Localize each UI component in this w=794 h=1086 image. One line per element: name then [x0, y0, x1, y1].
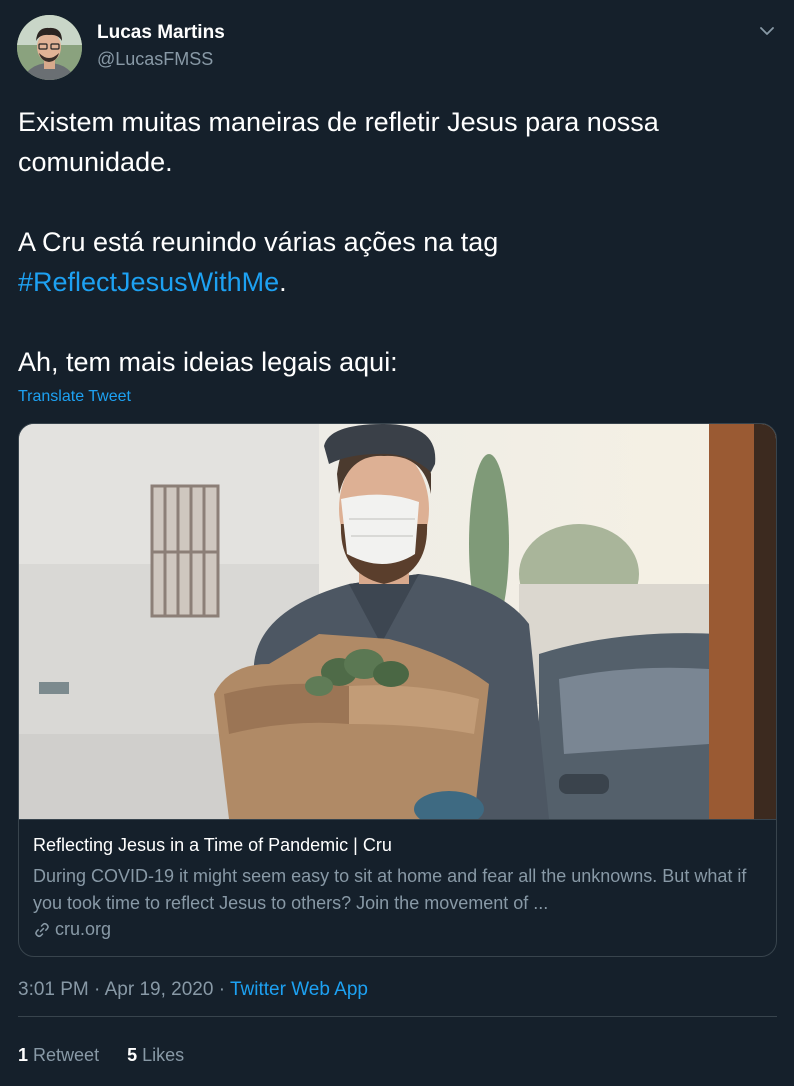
tweet-paragraph: Existem muitas maneiras de refletir Jesu… — [18, 107, 659, 177]
card-body[interactable]: Reflecting Jesus in a Time of Pandemic |… — [19, 819, 776, 956]
meta-separator: · — [88, 979, 105, 1000]
tweet-date[interactable]: Apr 19, 2020 — [105, 979, 214, 1000]
tweet-text-segment: . — [279, 267, 287, 297]
tweet-time[interactable]: 3:01 PM — [18, 979, 89, 1000]
tweet-stats: 1 Retweet 5 Likes — [18, 1045, 184, 1066]
chevron-down-icon[interactable] — [756, 20, 778, 42]
retweets-stat[interactable]: 1 Retweet — [18, 1045, 99, 1066]
card-domain-text: cru.org — [55, 919, 112, 939]
tweet-source[interactable]: Twitter Web App — [230, 979, 368, 1000]
likes-stat[interactable]: 5 Likes — [127, 1045, 184, 1066]
translate-tweet-link[interactable]: Translate Tweet — [18, 388, 131, 406]
card-title[interactable]: Reflecting Jesus in a Time of Pandemic |… — [33, 835, 392, 856]
card-domain: cru.org — [33, 919, 111, 940]
hashtag-link[interactable]: #ReflectJesusWithMe — [18, 267, 279, 297]
link-card[interactable]: Reflecting Jesus in a Time of Pandemic |… — [18, 423, 777, 957]
retweets-label: Retweet — [33, 1045, 100, 1065]
tweet: Lucas Martins @LucasFMSS Existem muitas … — [0, 0, 794, 1086]
tweet-meta: 3:01 PM · Apr 19, 2020 · Twitter Web App — [18, 979, 368, 1001]
user-handle[interactable]: @LucasFMSS — [97, 49, 213, 70]
likes-count: 5 — [127, 1045, 138, 1065]
divider — [18, 1016, 777, 1017]
card-description: During COVID-19 it might seem easy to si… — [33, 866, 747, 913]
tweet-text: Existem muitas maneiras de refletir Jesu… — [18, 102, 758, 382]
meta-separator: · — [213, 979, 230, 1000]
card-image[interactable] — [19, 424, 776, 819]
link-icon — [33, 921, 51, 939]
tweet-text-segment: A Cru está reunindo várias ações na tag — [18, 227, 499, 257]
likes-label: Likes — [142, 1045, 185, 1065]
retweets-count: 1 — [18, 1045, 29, 1065]
tweet-paragraph: Ah, tem mais ideias legais aqui: — [18, 347, 398, 377]
display-name[interactable]: Lucas Martins — [97, 22, 225, 44]
tweet-paragraph: A Cru está reunindo várias ações na tag … — [18, 222, 758, 302]
avatar[interactable] — [17, 15, 82, 80]
